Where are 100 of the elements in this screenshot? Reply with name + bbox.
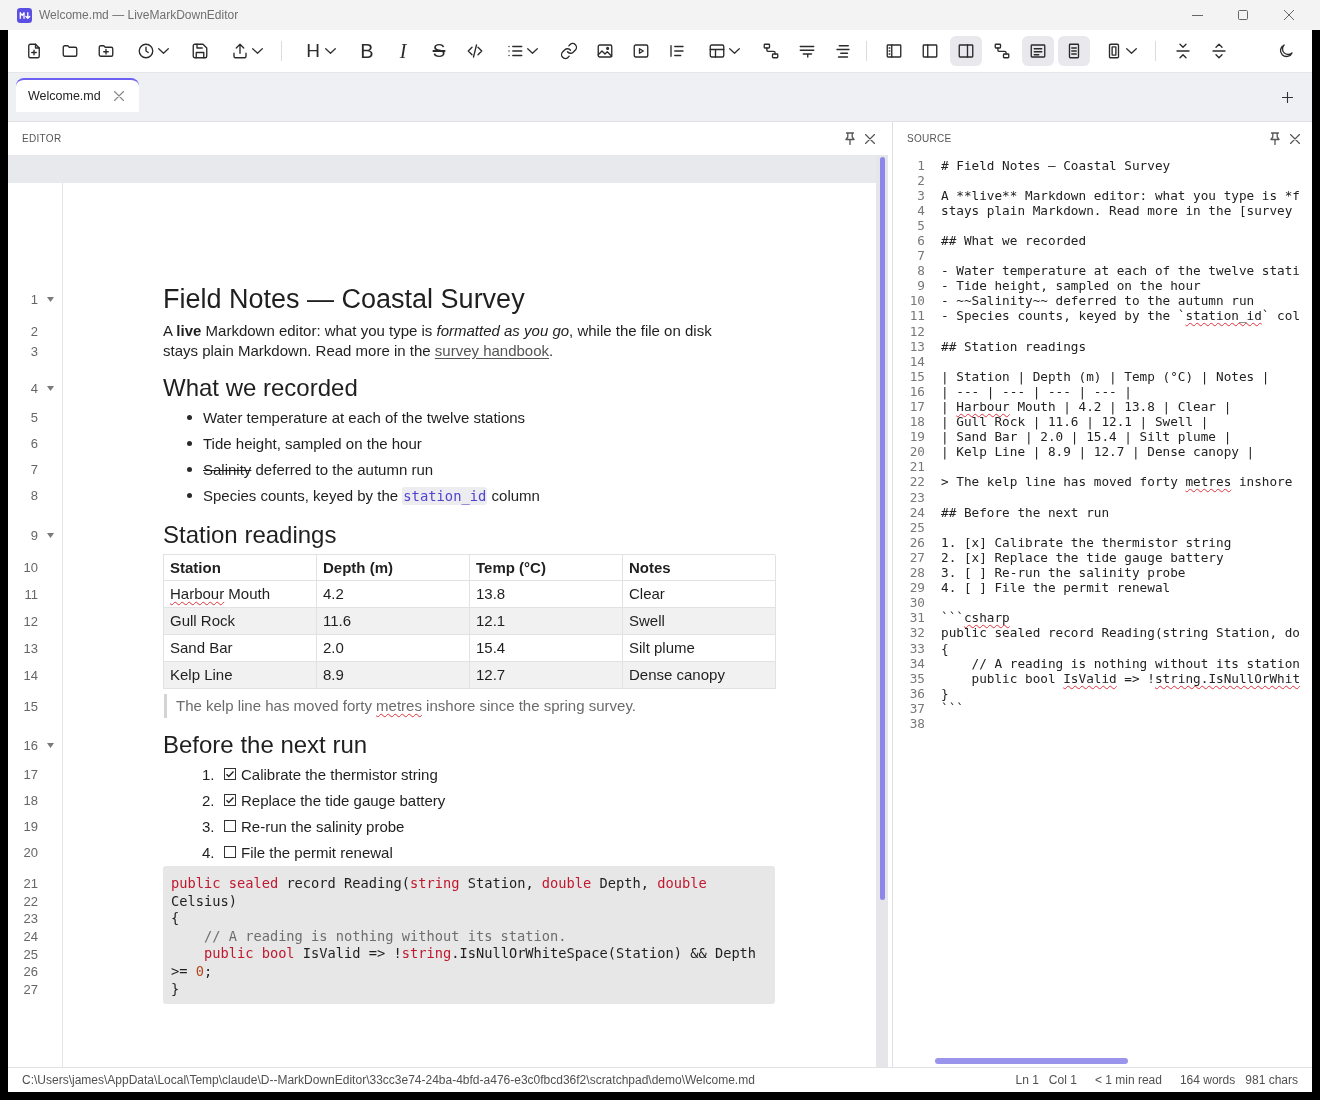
line-number: 22 — [909, 474, 925, 490]
checkbox[interactable] — [224, 794, 236, 806]
table-header-cell: Depth (m) — [317, 555, 470, 581]
source-line: stays plain Markdown. Read more in the [survey — [941, 202, 1293, 218]
heading-button[interactable]: H — [293, 36, 347, 66]
source-line: ## What we recorded — [941, 232, 1087, 249]
file-plus-icon[interactable] — [25, 42, 43, 60]
connected-nodes-icon[interactable] — [993, 42, 1011, 60]
close-icon[interactable] — [865, 133, 875, 144]
checkbox[interactable] — [224, 768, 236, 780]
quote-lines-icon[interactable] — [668, 42, 686, 60]
line-number: 5 — [917, 217, 925, 233]
list-item: Species counts, keyed by the station_id column — [203, 486, 540, 504]
fold-caret-icon[interactable] — [47, 742, 54, 748]
collapse-icon[interactable] — [1174, 42, 1192, 60]
fold-caret-icon[interactable] — [47, 296, 54, 302]
line-number: 8 — [917, 263, 925, 279]
code-line: public sealed record Reading(string Station, double Depth, double — [171, 875, 707, 893]
task-text: Calibrate the thermistor string — [241, 765, 438, 783]
line-number: 27 — [909, 549, 925, 565]
fold-caret-icon[interactable] — [47, 532, 54, 538]
moon-icon[interactable] — [1277, 42, 1295, 60]
line-number: 20 — [909, 444, 925, 460]
folder-plus-icon[interactable] — [97, 42, 115, 60]
line-number: 19 — [909, 429, 925, 445]
heading: Before the next run — [163, 731, 368, 758]
line-number: 18 — [909, 414, 925, 430]
line-number: 18 — [23, 792, 38, 808]
source-line: 2. [x] Replace the tide gauge battery — [941, 549, 1224, 566]
caret-icon[interactable] — [252, 48, 263, 54]
expand-icon[interactable] — [1210, 42, 1228, 60]
line-number: 15 — [23, 698, 38, 714]
close-icon[interactable] — [1290, 133, 1300, 144]
folder-icon[interactable] — [61, 42, 79, 60]
caret-icon[interactable] — [158, 48, 169, 54]
list-item: Tide height, sampled on the hour — [203, 434, 422, 452]
line-number: 28 — [909, 565, 925, 581]
line-number: 7 — [917, 248, 925, 264]
upload-icon[interactable] — [231, 42, 249, 60]
line-number: 19 — [23, 818, 38, 834]
source-line: | Gull Rock | 11.6 | 12.1 | Swell | — [941, 414, 1209, 430]
source-line: > The kelp line has moved forty metres inshore — [941, 474, 1293, 490]
table-icon[interactable] — [708, 42, 726, 60]
line-number: 23 — [909, 489, 925, 505]
line-number: 26 — [909, 534, 925, 550]
source-line: | Kelp Line | 8.9 | 12.7 | Dense canopy | — [941, 444, 1255, 460]
left-panel-icon[interactable] — [921, 42, 939, 60]
list-number: 2. — [202, 791, 215, 809]
source-line: ```csharp — [941, 610, 1010, 626]
text-view-button[interactable] — [1022, 36, 1054, 66]
line-number: 10 — [909, 293, 925, 309]
scrollbar-thumb[interactable] — [879, 157, 885, 900]
file-path: C:\Users\james\AppData\Local\Temp\claude\D--MarkDownEditor\33cc3e74-24ba-4bfd-a476-e3c0fbcd36f2\scratchpad\demo\Welcome.md — [22, 1073, 755, 1087]
tab[interactable]: Welcome.md — [16, 78, 139, 112]
bullet-icon — [187, 466, 192, 472]
right-pane-button[interactable] — [950, 36, 982, 66]
line-number: 37 — [909, 700, 925, 716]
clock-icon[interactable] — [137, 42, 155, 60]
close-window-icon[interactable] — [1284, 10, 1294, 20]
fold-caret-icon[interactable] — [47, 385, 54, 391]
code-line: { — [171, 910, 180, 928]
image-icon[interactable] — [596, 42, 614, 60]
pin-icon[interactable] — [1270, 132, 1280, 145]
minimize-icon[interactable] — [1191, 14, 1203, 16]
staggered-lines-icon[interactable] — [834, 42, 852, 60]
strikethrough-button[interactable]: S — [423, 36, 455, 66]
pin-icon[interactable] — [845, 132, 855, 145]
list-number: 3. — [202, 817, 215, 835]
line-number: 34 — [909, 655, 925, 671]
checkbox[interactable] — [224, 820, 236, 832]
caret-icon[interactable] — [1126, 48, 1137, 54]
document-lines-icon[interactable] — [1029, 42, 1047, 60]
connected-nodes-icon[interactable] — [762, 42, 780, 60]
close-icon[interactable] — [113, 91, 124, 101]
line-number: 32 — [909, 625, 925, 641]
app-logo-icon — [17, 7, 32, 23]
table-cell: Dense canopy — [623, 662, 776, 689]
link-icon[interactable] — [560, 42, 578, 60]
line-number: 6 — [30, 435, 38, 451]
table-cell: 12.7 — [470, 662, 623, 689]
sidebar-panel-icon[interactable] — [885, 42, 903, 60]
bold-button[interactable]: B — [351, 36, 383, 66]
line-number: 17 — [909, 399, 925, 414]
maximize-icon[interactable] — [1238, 10, 1248, 20]
checkbox[interactable] — [224, 846, 236, 858]
right-panel-icon[interactable] — [957, 42, 975, 60]
line-number: 12 — [23, 614, 38, 629]
caret-icon[interactable] — [729, 48, 740, 54]
source-line: 1. [x] Calibrate the thermistor string — [941, 534, 1232, 550]
caret-icon[interactable] — [527, 48, 538, 54]
play-frame-icon[interactable] — [632, 42, 650, 60]
caret-icon[interactable] — [325, 48, 336, 54]
horizontal-scrollbar-thumb[interactable] — [935, 1058, 1128, 1064]
line-number: 4 — [917, 202, 925, 218]
plus-icon[interactable] — [1282, 92, 1293, 103]
source-line: public bool IsValid => !string.IsNullOrWhit — [970, 670, 1301, 686]
line-number: 24 — [909, 504, 925, 520]
page-view-button[interactable] — [1058, 36, 1090, 66]
code-brackets-icon[interactable] — [466, 42, 484, 60]
italic-button[interactable]: I — [387, 36, 419, 66]
